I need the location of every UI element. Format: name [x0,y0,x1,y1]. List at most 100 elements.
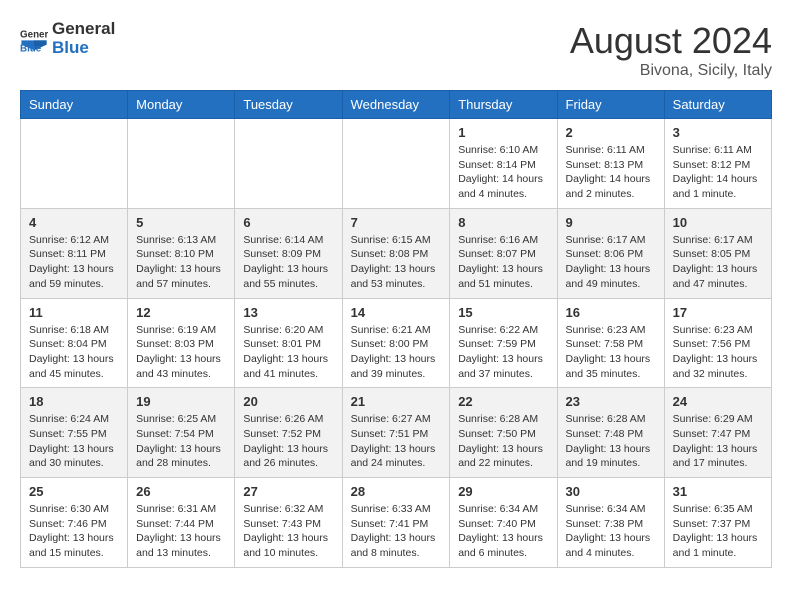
title-block: August 2024 Bivona, Sicily, Italy [570,20,772,80]
calendar-cell: 9Sunrise: 6:17 AMSunset: 8:06 PMDaylight… [557,208,664,298]
day-number: 10 [673,215,763,230]
calendar-cell [128,119,235,209]
calendar-cell: 6 Sunrise: 6:14 AMSunset: 8:09 PMDaylight… [235,208,342,298]
calendar-cell: 1 Sunrise: 6:10 AMSunset: 8:14 PMDaylight… [450,119,557,209]
day-info: Sunrise: 6:24 AMSunset: 7:55 PMDaylight:… [29,412,119,471]
day-number: 13 [243,305,333,320]
day-number: 29 [458,484,548,499]
calendar-week-4: 18 Sunrise: 6:24 AMSunset: 7:55 PMDayligh… [21,388,772,478]
day-info: Sunrise: 6:19 AMSunset: 8:03 PMDaylight:… [136,323,226,382]
day-number: 23 [566,394,656,409]
location: Bivona, Sicily, Italy [570,62,772,80]
day-info: Sunrise: 6:30 AMSunset: 7:46 PMDaylight:… [29,502,119,561]
day-info: Sunrise: 6:34 AMSunset: 7:40 PMDaylight:… [458,502,548,561]
day-number: 20 [243,394,333,409]
calendar-cell: 22Sunrise: 6:28 AMSunset: 7:50 PMDayligh… [450,388,557,478]
day-number: 2 [566,125,656,140]
weekday-sunday: Sunday [21,91,128,119]
day-info: Sunrise: 6:17 AMSunset: 8:05 PMDaylight:… [673,233,763,292]
day-info: Sunrise: 6:16 AMSunset: 8:07 PMDaylight:… [458,233,548,292]
day-info: Sunrise: 6:11 AMSunset: 8:13 PMDaylight:… [566,143,656,202]
calendar-cell: 31Sunrise: 6:35 AMSunset: 7:37 PMDayligh… [664,478,771,568]
calendar-cell: 19Sunrise: 6:25 AMSunset: 7:54 PMDayligh… [128,388,235,478]
calendar-cell: 28Sunrise: 6:33 AMSunset: 7:41 PMDayligh… [342,478,450,568]
calendar-cell: 23 Sunrise: 6:28 AMSunset: 7:48 PMDayligh… [557,388,664,478]
day-number: 6 [243,215,333,230]
day-number: 28 [351,484,442,499]
weekday-monday: Monday [128,91,235,119]
calendar-cell: 14Sunrise: 6:21 AMSunset: 8:00 PMDayligh… [342,298,450,388]
calendar-cell: 4Sunrise: 6:12 AMSunset: 8:11 PMDaylight… [21,208,128,298]
day-number: 9 [566,215,656,230]
calendar-cell: 27 Sunrise: 6:32 AMSunset: 7:43 PMDayligh… [235,478,342,568]
day-info: Sunrise: 6:18 AMSunset: 8:04 PMDaylight:… [29,323,119,382]
calendar-cell: 15 Sunrise: 6:22 AMSunset: 7:59 PMDayligh… [450,298,557,388]
day-number: 21 [351,394,442,409]
day-info: Sunrise: 6:22 AMSunset: 7:59 PMDaylight:… [458,323,548,382]
calendar-cell: 13 Sunrise: 6:20 AMSunset: 8:01 PMDayligh… [235,298,342,388]
calendar-cell: 26 Sunrise: 6:31 AMSunset: 7:44 PMDayligh… [128,478,235,568]
logo-icon: General Blue [20,25,48,53]
calendar-cell: 17Sunrise: 6:23 AMSunset: 7:56 PMDayligh… [664,298,771,388]
day-number: 15 [458,305,548,320]
day-number: 5 [136,215,226,230]
weekday-thursday: Thursday [450,91,557,119]
day-number: 16 [566,305,656,320]
day-info: Sunrise: 6:13 AMSunset: 8:10 PMDaylight:… [136,233,226,292]
day-number: 18 [29,394,119,409]
day-number: 12 [136,305,226,320]
month-year: August 2024 [570,20,772,62]
day-info: Sunrise: 6:15 AMSunset: 8:08 PMDaylight:… [351,233,442,292]
calendar-body: 1 Sunrise: 6:10 AMSunset: 8:14 PMDaylight… [21,119,772,568]
calendar-cell: 20 Sunrise: 6:26 AMSunset: 7:52 PMDayligh… [235,388,342,478]
day-number: 3 [673,125,763,140]
weekday-wednesday: Wednesday [342,91,450,119]
calendar-cell: 24 Sunrise: 6:29 AMSunset: 7:47 PMDayligh… [664,388,771,478]
day-number: 31 [673,484,763,499]
day-number: 25 [29,484,119,499]
calendar-cell: 18 Sunrise: 6:24 AMSunset: 7:55 PMDayligh… [21,388,128,478]
day-info: Sunrise: 6:29 AMSunset: 7:47 PMDaylight:… [673,412,763,471]
day-info: Sunrise: 6:32 AMSunset: 7:43 PMDaylight:… [243,502,333,561]
day-info: Sunrise: 6:34 AMSunset: 7:38 PMDaylight:… [566,502,656,561]
calendar-cell [21,119,128,209]
weekday-friday: Friday [557,91,664,119]
day-number: 30 [566,484,656,499]
calendar-cell: 21Sunrise: 6:27 AMSunset: 7:51 PMDayligh… [342,388,450,478]
calendar-cell: 29 Sunrise: 6:34 AMSunset: 7:40 PMDayligh… [450,478,557,568]
svg-text:General: General [20,29,48,40]
day-info: Sunrise: 6:23 AMSunset: 7:56 PMDaylight:… [673,323,763,382]
calendar-cell: 10 Sunrise: 6:17 AMSunset: 8:05 PMDayligh… [664,208,771,298]
day-info: Sunrise: 6:23 AMSunset: 7:58 PMDaylight:… [566,323,656,382]
calendar-table: SundayMondayTuesdayWednesdayThursdayFrid… [20,90,772,568]
calendar-cell [235,119,342,209]
weekday-header-row: SundayMondayTuesdayWednesdayThursdayFrid… [21,91,772,119]
page-header: General Blue General Blue August 2024 Bi… [20,20,772,80]
calendar-week-1: 1 Sunrise: 6:10 AMSunset: 8:14 PMDaylight… [21,119,772,209]
day-info: Sunrise: 6:14 AMSunset: 8:09 PMDaylight:… [243,233,333,292]
calendar-week-2: 4Sunrise: 6:12 AMSunset: 8:11 PMDaylight… [21,208,772,298]
day-info: Sunrise: 6:31 AMSunset: 7:44 PMDaylight:… [136,502,226,561]
day-info: Sunrise: 6:10 AMSunset: 8:14 PMDaylight:… [458,143,548,202]
day-number: 24 [673,394,763,409]
day-info: Sunrise: 6:26 AMSunset: 7:52 PMDaylight:… [243,412,333,471]
logo-general-text: General [52,20,115,39]
day-info: Sunrise: 6:11 AMSunset: 8:12 PMDaylight:… [673,143,763,202]
day-info: Sunrise: 6:25 AMSunset: 7:54 PMDaylight:… [136,412,226,471]
calendar-cell: 5 Sunrise: 6:13 AMSunset: 8:10 PMDaylight… [128,208,235,298]
day-number: 11 [29,305,119,320]
day-number: 8 [458,215,548,230]
day-number: 4 [29,215,119,230]
calendar-cell: 30 Sunrise: 6:34 AMSunset: 7:38 PMDayligh… [557,478,664,568]
calendar-cell: 8 Sunrise: 6:16 AMSunset: 8:07 PMDaylight… [450,208,557,298]
weekday-saturday: Saturday [664,91,771,119]
calendar-header: SundayMondayTuesdayWednesdayThursdayFrid… [21,91,772,119]
day-info: Sunrise: 6:20 AMSunset: 8:01 PMDaylight:… [243,323,333,382]
day-number: 1 [458,125,548,140]
day-number: 26 [136,484,226,499]
day-number: 27 [243,484,333,499]
day-info: Sunrise: 6:28 AMSunset: 7:48 PMDaylight:… [566,412,656,471]
calendar-week-5: 25 Sunrise: 6:30 AMSunset: 7:46 PMDayligh… [21,478,772,568]
day-number: 7 [351,215,442,230]
day-info: Sunrise: 6:21 AMSunset: 8:00 PMDaylight:… [351,323,442,382]
